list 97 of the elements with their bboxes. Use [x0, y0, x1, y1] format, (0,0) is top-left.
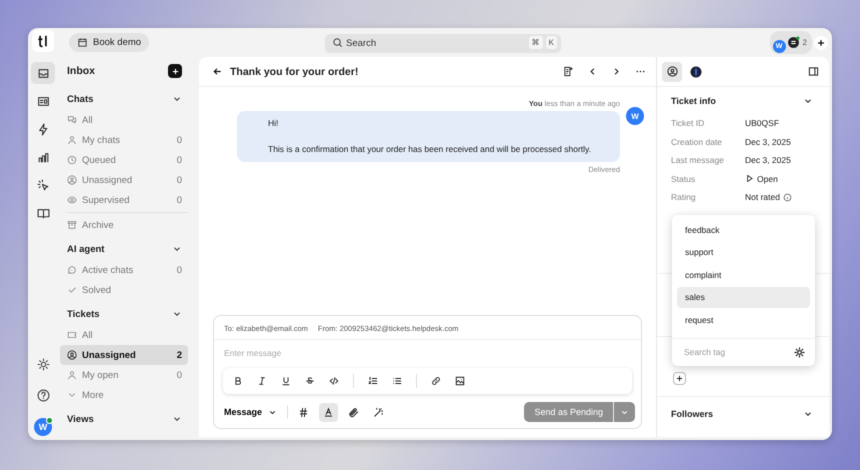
plus-icon — [675, 374, 684, 382]
tag-option[interactable]: sales — [677, 286, 810, 308]
person-icon — [67, 370, 77, 380]
field-value: UB0QSF — [745, 118, 780, 128]
add-tag-button[interactable] — [673, 372, 686, 384]
sidebar-item[interactable]: All — [60, 325, 188, 345]
bullet-list-icon[interactable] — [392, 376, 402, 386]
side-panel-icon[interactable] — [808, 66, 819, 77]
inbox-icon — [36, 66, 50, 80]
sidebar-item[interactable]: My open 0 — [60, 365, 188, 385]
section-title: Ticket info — [671, 96, 716, 106]
help-icon[interactable] — [36, 389, 50, 402]
strikethrough-icon[interactable] — [305, 376, 315, 386]
message-type-dropdown[interactable]: Message — [224, 407, 278, 417]
field-label: Creation date — [671, 136, 724, 147]
tag-option[interactable]: request — [677, 309, 810, 330]
nav-rail-button[interactable] — [31, 62, 55, 84]
conversation-title: Thank you for your order! — [230, 66, 358, 78]
text-color-icon — [323, 406, 334, 418]
id-card-icon — [36, 94, 50, 108]
archive-icon — [67, 220, 77, 230]
hash-icon — [298, 406, 310, 418]
shortcut-key: ⌘ — [528, 36, 543, 49]
section-title: Followers — [671, 408, 714, 418]
sidebar-item[interactable]: Queued 0 — [60, 150, 188, 170]
book-demo-button[interactable]: Book demo — [69, 33, 150, 52]
user-avatar[interactable]: W — [34, 418, 52, 436]
plus-icon — [816, 38, 826, 48]
person-icon — [67, 135, 77, 145]
details-tab[interactable] — [662, 62, 682, 82]
info-icon[interactable] — [782, 192, 792, 202]
underline-icon[interactable] — [281, 376, 291, 386]
ticket-icon — [67, 330, 77, 340]
field-label: Last message — [671, 155, 725, 166]
bot-avatar-icon — [786, 36, 800, 49]
section-header[interactable]: Chats — [60, 88, 188, 110]
logo-icon[interactable] — [32, 30, 54, 52]
field-value: Dec 3, 2025 — [745, 155, 791, 166]
section-title: Chats — [67, 94, 94, 104]
add-button[interactable] — [814, 36, 828, 50]
clock-icon — [67, 155, 77, 165]
section-header[interactable]: Tickets — [60, 303, 188, 325]
bold-icon[interactable] — [233, 376, 243, 386]
sidebar-item[interactable]: Archive — [60, 215, 188, 235]
field-value: Not rated — [745, 192, 780, 202]
section-header[interactable]: AI agent — [60, 238, 188, 260]
image-icon[interactable] — [455, 376, 465, 386]
sidebar-item[interactable]: More — [60, 385, 188, 405]
chat-bubble-icon — [67, 265, 77, 275]
composer-tool-button[interactable] — [319, 402, 338, 422]
ai-orb-icon — [690, 66, 702, 78]
sidebar-item[interactable]: Unassigned 0 — [60, 170, 188, 190]
sidebar-item[interactable]: Solved — [60, 280, 188, 300]
note-add-icon[interactable] — [563, 66, 574, 77]
chat-bubbles-icon — [67, 115, 77, 125]
sidebar-item[interactable]: Active chats 0 — [60, 260, 188, 280]
calendar-icon — [77, 37, 88, 48]
eye-icon — [67, 195, 77, 205]
field-value: Dec 3, 2025 — [745, 136, 791, 147]
check-icon — [67, 285, 77, 295]
section-header[interactable]: Views — [60, 408, 188, 430]
status-value[interactable]: Open — [745, 174, 778, 184]
sidebar-item[interactable]: All — [60, 110, 188, 130]
field-label: Rating — [671, 192, 697, 202]
sidebar-item[interactable]: Unassigned 2 — [60, 345, 188, 365]
new-button[interactable] — [168, 64, 182, 78]
sidebar-item[interactable]: Supervised 0 — [60, 190, 188, 210]
user-avatar: W — [626, 107, 644, 125]
section-header[interactable]: Ticket info — [657, 88, 829, 114]
numbered-list-icon[interactable] — [368, 376, 378, 386]
paperclip-icon — [348, 406, 360, 418]
italic-icon[interactable] — [257, 376, 267, 386]
agent-count: 2 — [802, 38, 807, 47]
inbox-title: Inbox — [67, 65, 95, 77]
tag-option[interactable]: support — [677, 242, 810, 262]
section-header[interactable]: Followers — [657, 396, 829, 430]
sparkle-cursor-icon — [36, 178, 50, 192]
search-icon — [332, 37, 343, 48]
message-text: Hi! — [268, 117, 280, 130]
magic-wand-icon — [373, 406, 384, 418]
section-title: Views — [67, 414, 94, 424]
message-text: This is a confirmation that your order has been received and will be processed shortly. — [268, 143, 592, 156]
code-icon[interactable] — [329, 376, 339, 386]
link-icon[interactable] — [431, 376, 441, 386]
field-label: Status — [671, 174, 696, 184]
back-arrow-icon[interactable] — [212, 66, 223, 77]
tag-option[interactable]: feedback — [677, 219, 810, 240]
sidebar-item[interactable]: My chats 0 — [60, 130, 188, 150]
play-icon — [745, 174, 754, 184]
tag-option[interactable]: complaint — [677, 264, 810, 285]
lightning-icon — [36, 122, 50, 136]
section-title: Tickets — [67, 308, 100, 320]
field-label: Ticket ID — [671, 118, 706, 128]
bar-chart-icon — [36, 150, 50, 164]
plus-icon — [170, 66, 180, 76]
book-icon — [36, 206, 50, 220]
section-title: AI agent — [67, 244, 104, 254]
